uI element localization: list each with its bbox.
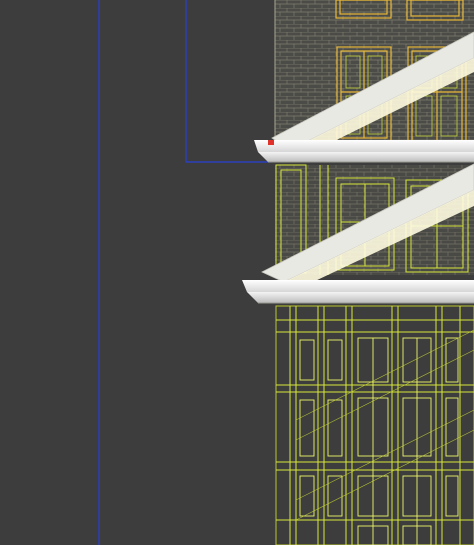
selection-marker — [268, 140, 274, 145]
3d-viewport[interactable] — [0, 0, 474, 545]
viewport-canvas[interactable] — [0, 0, 474, 545]
